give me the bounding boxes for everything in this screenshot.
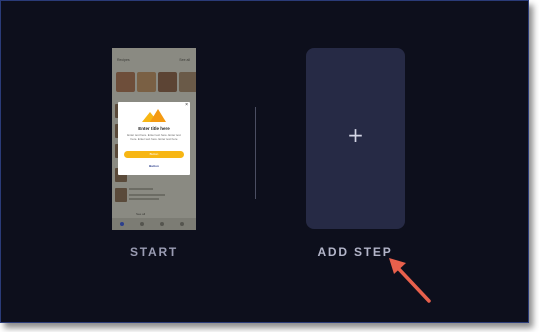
plus-icon: +	[347, 123, 364, 147]
preview-thumbnail	[158, 72, 177, 92]
pointer-arrow-icon	[389, 258, 431, 303]
preview-bottom-nav	[112, 218, 196, 230]
close-icon: ×	[185, 102, 188, 108]
preview-list-text	[129, 194, 165, 196]
preview-more-link: See all	[136, 212, 146, 216]
step-divider	[255, 107, 256, 199]
preview-thumbnail	[116, 72, 135, 92]
preview-thumbnail	[137, 72, 156, 92]
profile-icon	[180, 222, 184, 226]
modal-primary-button: Button	[124, 151, 184, 158]
preview-list-text	[129, 188, 153, 190]
home-icon	[120, 222, 124, 226]
preview-list-text	[129, 198, 159, 200]
preview-app-title: Recipes	[117, 58, 130, 62]
start-label: START	[129, 245, 179, 259]
modal-secondary-link: Button	[149, 164, 159, 168]
preview-app-link: See all	[179, 58, 190, 62]
preview-header: Recipes See all	[112, 48, 196, 68]
canvas: Recipes See all See all × Enter title he…	[0, 0, 529, 323]
start-step-preview[interactable]: Recipes See all See all × Enter title he…	[112, 48, 196, 230]
preview-modal: × Enter title here Enter text here. Ente…	[118, 102, 190, 175]
preview-list-thumbnail	[115, 188, 127, 202]
bookmark-icon	[160, 222, 164, 226]
mountain-icon	[142, 109, 166, 122]
modal-body: Enter text here. Enter text here. Enter …	[127, 133, 181, 141]
add-step-button[interactable]: +	[306, 48, 405, 229]
preview-thumbnail	[179, 72, 196, 92]
search-icon	[140, 222, 144, 226]
modal-title: Enter title here	[138, 126, 170, 131]
